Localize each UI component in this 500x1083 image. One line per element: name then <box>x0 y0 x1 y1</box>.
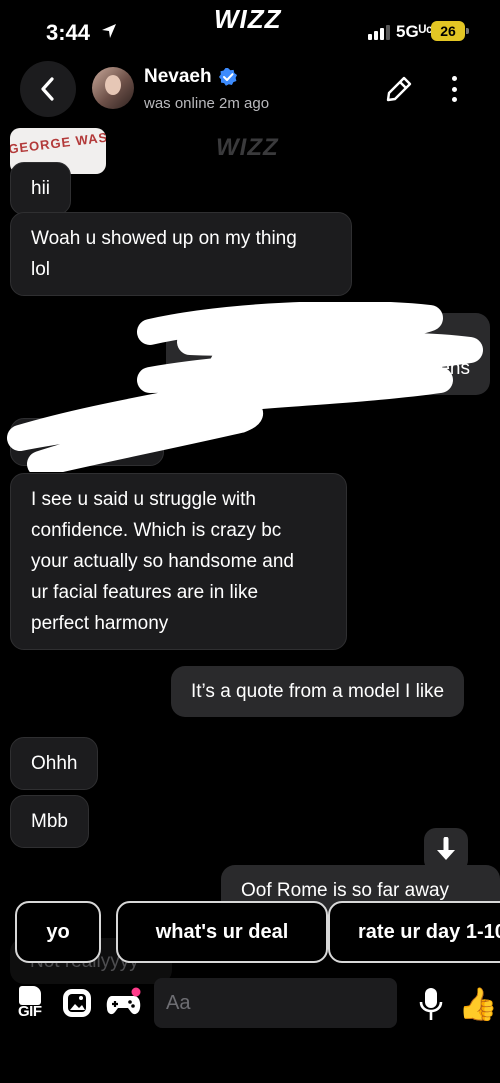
notification-dot <box>131 987 141 997</box>
network-type: 5Gᵁᶜ <box>396 22 433 41</box>
photo-icon[interactable] <box>62 988 92 1018</box>
back-button[interactable] <box>20 61 76 117</box>
shared-image-text: GEORGE WASHIN <box>10 128 106 157</box>
status-time: 3:44 <box>46 20 91 45</box>
location-arrow-icon <box>102 24 116 38</box>
arrow-down-icon <box>437 837 455 860</box>
battery-indicator: 26 <box>431 21 469 41</box>
gif-label: GIF <box>18 1003 42 1020</box>
message-received[interactable]: I see u said u struggle with confidence.… <box>10 473 347 650</box>
verified-badge-icon <box>218 68 237 86</box>
message-list[interactable]: GEORGE WASHIN WIZZ hii Woah u showed up … <box>0 122 500 915</box>
message-input[interactable] <box>154 978 397 1028</box>
message-composer: GIF 👍 <box>0 978 500 1030</box>
redaction-scribble <box>7 302 483 472</box>
message-sent[interactable]: It’s a quote from a model I like <box>171 666 465 717</box>
suggestion-chip[interactable]: rate ur day 1-10 <box>328 901 500 963</box>
gif-button[interactable]: GIF <box>17 986 47 1022</box>
game-controller-icon[interactable] <box>106 986 142 1020</box>
brand-logo: WIZZ <box>214 4 282 34</box>
suggestion-chip[interactable]: yo <box>15 901 101 963</box>
message-received[interactable]: hii <box>10 162 72 215</box>
suggestion-chip[interactable]: what's ur deal <box>116 901 328 963</box>
avatar[interactable] <box>92 67 134 109</box>
pencil-icon[interactable] <box>384 74 414 104</box>
contact-name: Nevaeh <box>144 66 212 87</box>
message-received[interactable]: Ohhh <box>10 737 99 790</box>
wizz-watermark: WIZZ <box>216 134 279 161</box>
suggestion-chips: yo what's ur deal rate ur day 1-10 <box>15 901 500 963</box>
thumbs-up-icon[interactable]: 👍 <box>458 984 498 1024</box>
chat-header: Nevaeh was online 2m ago <box>0 58 500 122</box>
back-chevron-icon <box>41 77 54 101</box>
presence-status: was online 2m ago <box>144 95 270 112</box>
signal-icon <box>368 24 390 40</box>
message-received[interactable]: Mbb <box>10 795 89 848</box>
contact-name-row[interactable]: Nevaeh <box>144 66 238 88</box>
more-vertical-icon <box>451 76 457 81</box>
more-options-button[interactable] <box>440 72 468 106</box>
status-bar: 3:44 WIZZ 5Gᵁᶜ 26 <box>0 0 500 62</box>
microphone-icon[interactable] <box>418 986 444 1022</box>
message-received[interactable]: Woah u showed up on my thing lol <box>10 212 352 296</box>
